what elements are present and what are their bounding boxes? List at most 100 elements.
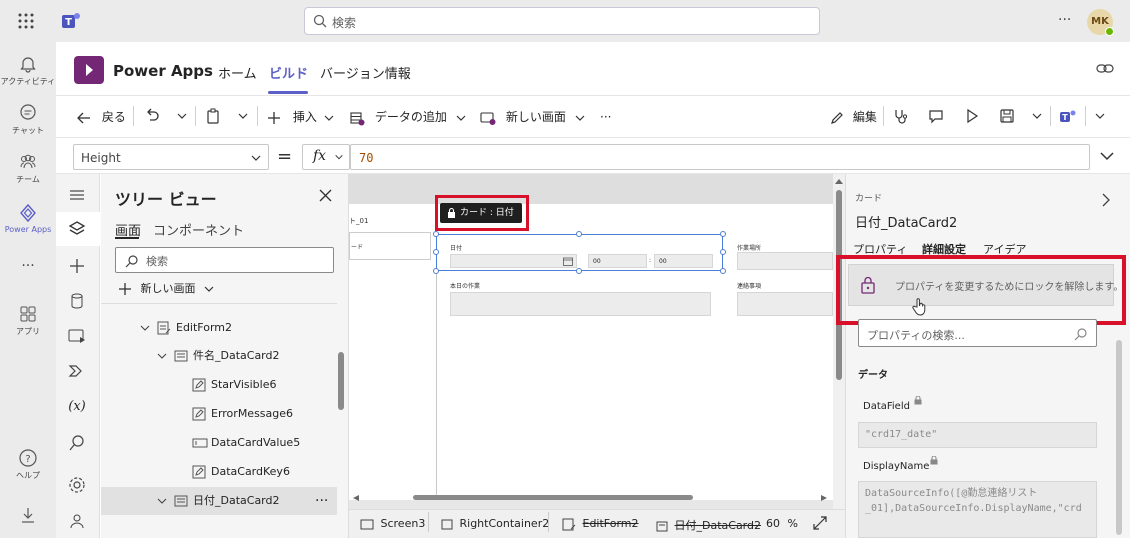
settings-gear-icon[interactable]: [66, 474, 88, 496]
breadcrumb-editform2[interactable]: EditForm2: [562, 517, 639, 531]
svg-text:T: T: [65, 17, 72, 28]
power-automate-icon[interactable]: [66, 360, 88, 382]
tree-node-datacardvalue5[interactable]: DataCardValue5: [192, 429, 332, 457]
paste-dropdown-chevron-icon[interactable]: [237, 108, 249, 126]
rail-item-teams[interactable]: チーム: [0, 152, 56, 185]
rail-item-activity[interactable]: アクティビティ: [0, 54, 56, 87]
tree-node-editform2[interactable]: EditForm2: [140, 314, 330, 342]
screen-icon: [360, 519, 374, 530]
teams-icon: [18, 152, 38, 172]
paste-button[interactable]: [205, 108, 221, 126]
tree-node-label: DataCardKey6: [211, 465, 290, 478]
publish-dropdown-chevron-icon[interactable]: [1094, 108, 1106, 126]
rail-item-power-apps[interactable]: Power Apps: [0, 203, 56, 234]
rail-item-download[interactable]: [0, 505, 56, 527]
publish-teams-icon[interactable]: T: [1059, 108, 1077, 126]
contact-field[interactable]: [737, 292, 833, 316]
new-screen-button[interactable]: 新しい画面: [480, 108, 586, 126]
add-data-button[interactable]: データの追加: [349, 108, 467, 126]
edit-button[interactable]: 編集: [830, 108, 877, 126]
property-select[interactable]: Height: [73, 144, 269, 170]
resize-handle[interactable]: [720, 268, 726, 274]
layers-icon[interactable]: [66, 218, 88, 240]
breadcrumb-date-datacard2[interactable]: 日付_DataCard2: [656, 517, 761, 533]
data-cylinder-icon[interactable]: [66, 290, 88, 312]
resize-handle[interactable]: [433, 231, 439, 237]
app-launcher-icon[interactable]: [17, 12, 35, 30]
more-commands-button[interactable]: ···: [600, 108, 611, 126]
rail-item-apps[interactable]: アプリ: [0, 304, 56, 337]
node-more-icon[interactable]: ···: [315, 487, 328, 515]
undo-button[interactable]: [144, 108, 160, 126]
link-icon[interactable]: [1096, 62, 1114, 76]
properties-scrollbar[interactable]: [1116, 340, 1122, 535]
zoom-level[interactable]: 60 %: [766, 517, 798, 530]
equals-sign: =: [277, 146, 293, 167]
left-form-field[interactable]: ード: [349, 232, 431, 260]
scroll-up-icon[interactable]: [835, 178, 843, 184]
tab-build[interactable]: ビルド: [269, 63, 308, 82]
rail-label: チーム: [16, 175, 40, 184]
search-icon[interactable]: [66, 432, 88, 454]
breadcrumb-rightcontainer2[interactable]: RightContainer2: [441, 517, 549, 530]
property-search-input[interactable]: プロパティの検索...: [858, 319, 1097, 347]
scroll-right-icon[interactable]: [821, 495, 827, 501]
save-dropdown-chevron-icon[interactable]: [1031, 108, 1043, 126]
resize-handle[interactable]: [720, 231, 726, 237]
play-icon[interactable]: [964, 108, 980, 126]
datafield-label: DataField: [863, 401, 910, 412]
svg-text:?: ?: [25, 454, 30, 465]
resize-handle[interactable]: [720, 249, 726, 255]
insert-button[interactable]: 挿入: [267, 108, 335, 126]
tree-search-input[interactable]: 検索: [115, 247, 334, 273]
stethoscope-icon[interactable]: [893, 108, 909, 126]
variables-icon[interactable]: (x): [66, 396, 88, 418]
app-title: Power Apps: [113, 62, 213, 80]
scroll-left-icon[interactable]: [353, 495, 359, 501]
pencil-icon: [830, 111, 844, 125]
chevron-right-icon[interactable]: [1101, 193, 1110, 207]
rail-item-help[interactable]: ? ヘルプ: [0, 448, 56, 481]
expand-formula-chevron-icon[interactable]: [1099, 150, 1115, 162]
close-icon[interactable]: [319, 189, 332, 202]
datafield-value[interactable]: "crd17_date": [858, 422, 1097, 448]
resize-handle[interactable]: [576, 268, 582, 274]
svg-text:T: T: [1062, 113, 1068, 122]
canvas-horizontal-scroll-thumb[interactable]: [413, 495, 693, 500]
card-icon: [174, 350, 188, 362]
more-options-icon[interactable]: ···: [1058, 12, 1071, 28]
resize-handle[interactable]: [433, 249, 439, 255]
displayname-value[interactable]: DataSourceInfo([@勤怠連絡リスト _01],DataSource…: [858, 481, 1097, 538]
comment-icon[interactable]: [928, 108, 944, 126]
resize-handle[interactable]: [433, 268, 439, 274]
insert-plus-icon[interactable]: [66, 255, 88, 277]
back-button[interactable]: 戻る: [76, 108, 126, 126]
tree-node-subject-datacard[interactable]: 件名_DataCard2: [157, 342, 337, 370]
location-field[interactable]: [737, 252, 833, 270]
selected-card-outline[interactable]: [436, 234, 723, 271]
rail-more-icon[interactable]: ···: [0, 258, 56, 274]
tree-node-date-datacard[interactable]: 日付_DataCard2 ···: [157, 487, 337, 515]
teams-search-input[interactable]: 検索: [304, 7, 820, 35]
tree-scrollbar[interactable]: [338, 352, 344, 410]
formula-input[interactable]: 70: [350, 144, 1090, 170]
tree-node-datacardkey6[interactable]: DataCardKey6: [192, 458, 332, 486]
tree-node-starvisible6[interactable]: StarVisible6: [192, 371, 332, 399]
save-icon[interactable]: [999, 108, 1015, 126]
card-icon: [174, 495, 188, 507]
tab-components[interactable]: コンポーネント: [153, 220, 244, 239]
rail-item-chat[interactable]: チャット: [0, 103, 56, 136]
breadcrumb-screen3[interactable]: Screen3: [360, 517, 425, 530]
undo-dropdown-chevron-icon[interactable]: [176, 108, 188, 126]
media-icon[interactable]: [66, 325, 88, 347]
tab-home[interactable]: ホーム: [218, 63, 257, 82]
virtual-agent-icon[interactable]: [66, 510, 88, 532]
work-field[interactable]: [450, 292, 711, 316]
tab-about[interactable]: バージョン情報: [320, 63, 411, 82]
resize-handle[interactable]: [576, 231, 582, 237]
hamburger-menu-icon[interactable]: [66, 184, 88, 206]
fx-button[interactable]: fx: [302, 144, 350, 170]
fit-to-window-icon[interactable]: [813, 516, 827, 530]
tree-new-screen-button[interactable]: 新しい画面: [118, 280, 215, 296]
tree-node-errormessage6[interactable]: ErrorMessage6: [192, 400, 332, 428]
